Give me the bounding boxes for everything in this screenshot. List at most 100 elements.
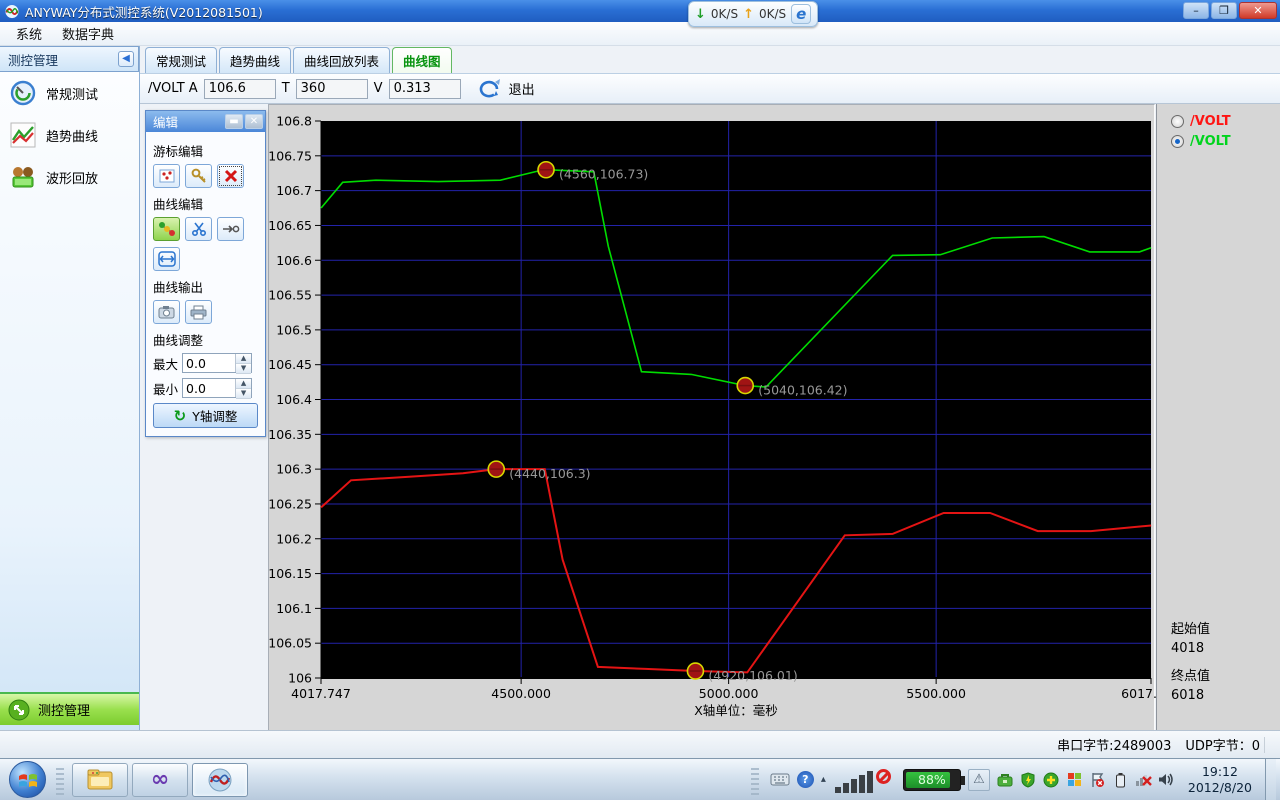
tab-curve-chart[interactable]: 曲线图 [392,47,452,73]
time-field[interactable] [296,79,368,99]
sidebar-collapse-button[interactable]: ◀ [118,51,134,67]
net-speed-widget[interactable]: ↓ 0K/S ↑ 0K/S e [688,1,818,27]
amplitude-field[interactable] [204,79,276,99]
taskbar-explorer-button[interactable] [72,763,128,797]
curve-adjust-section-label: 曲线调整 [153,330,258,349]
menu-bar: 系统 数据字典 [0,22,1280,46]
curve-link-button[interactable] [153,217,180,241]
battery-outline-icon[interactable] [1112,771,1129,788]
svg-text:6017.747: 6017.747 [1121,686,1156,701]
key-icon [191,168,207,184]
pin-icon[interactable]: ▬ [225,114,243,129]
edit-panel: 编辑 ▬ ✕ 游标编辑 [145,110,266,437]
sidebar-item-regular-test[interactable]: 常规测试 [0,72,139,114]
channel-radio-green[interactable]: /VOLT [1171,132,1280,150]
tab-trend-curve[interactable]: 趋势曲线 [219,47,291,73]
status-bar: 串口字节:2489003 UDP字节：0 [0,730,1280,758]
playback-users-icon [10,164,36,190]
sidebar-item-waveform-playback[interactable]: 波形回放 [0,156,139,198]
sidebar-item-label: 趋势曲线 [46,126,98,145]
sidebar-bottom-button[interactable]: 测控管理 [0,692,139,725]
svg-text:106.6: 106.6 [276,253,312,268]
minimize-button[interactable]: – [1183,2,1209,19]
min-spinner[interactable]: ▲▼ [235,379,251,397]
tab-bar: 常规测试 趋势曲线 曲线回放列表 曲线图 [140,50,1280,73]
help-icon[interactable]: ? [797,771,814,788]
start-value-label: 起始值 [1171,620,1210,639]
action-center-flag-icon[interactable] [1089,771,1106,788]
cursor-key-button[interactable] [185,164,212,188]
taskbar-anyway-button[interactable] [192,763,248,797]
windows-flag-icon [18,771,38,789]
marker-annotation: (4440,106.3) [509,466,590,481]
edit-panel-title: 编辑 [153,112,178,131]
warning-icon[interactable]: ⚠ [968,769,990,791]
browser-icon[interactable]: e [791,4,811,24]
svg-text:5000.000: 5000.000 [699,686,759,701]
cursor-add-button[interactable] [153,164,180,188]
close-button[interactable]: ✕ [1239,2,1277,19]
scissors-icon [191,221,207,237]
tray-icon-row [997,771,1175,788]
svg-text:106.5: 106.5 [276,322,312,337]
start-button[interactable] [9,761,46,798]
taskbar-visualstudio-button[interactable]: ∞ [132,763,188,797]
tab-regular-test[interactable]: 常规测试 [145,47,217,73]
toolbox-icon[interactable] [997,771,1014,788]
shield-icon[interactable] [1020,771,1037,788]
system-tray: ? ▴ 88% ⚠ [747,759,1280,800]
value-field[interactable] [389,79,461,99]
taskbar-clock[interactable]: 19:12 2012/8/20 [1188,764,1252,796]
svg-text:106.35: 106.35 [269,427,312,442]
cursor-delete-button[interactable] [217,164,244,188]
curve-join-button[interactable] [217,217,244,241]
channel-radio-red[interactable]: /VOLT [1171,112,1280,130]
upload-arrow-icon: ↑ [743,7,754,22]
signal-strength-icon[interactable] [833,767,879,793]
sidebar-item-trend-curve[interactable]: 趋势曲线 [0,114,139,156]
plus-circle-icon[interactable] [1043,771,1060,788]
svg-text:106.2: 106.2 [276,531,312,546]
exit-button[interactable]: 退出 [509,79,535,98]
edit-panel-close-icon[interactable]: ✕ [245,114,263,129]
title-bar: ANYWAY分布式测控系统(V2012081501) – ❐ ✕ [0,0,1280,22]
battery-indicator[interactable]: 88% [903,769,961,791]
svg-text:4017.747: 4017.747 [291,686,351,701]
sidebar-item-label: 常规测试 [46,84,98,103]
y-axis-adjust-button[interactable]: ↻ Y轴调整 [153,403,258,428]
windows-update-icon[interactable] [1066,771,1083,788]
edit-panel-titlebar[interactable]: 编辑 ▬ ✕ [146,111,265,132]
desktop: ANYWAY分布式测控系统(V2012081501) – ❐ ✕ ↓ 0K/S … [0,0,1280,800]
chart-panel: 106.8106.75106.7106.65106.6106.55106.510… [268,104,1155,730]
network-disconnected-icon[interactable] [1135,771,1152,788]
printer-icon [190,305,207,320]
restore-button[interactable]: ❐ [1211,2,1237,19]
print-button[interactable] [185,300,212,324]
svg-text:106.25: 106.25 [269,496,312,511]
menu-data-dictionary[interactable]: 数据字典 [54,22,122,45]
chart-svg[interactable]: 106.8106.75106.7106.65106.6106.55106.510… [269,105,1156,731]
exit-swirl-icon[interactable] [477,78,503,100]
resize-grip [1264,737,1278,753]
show-hidden-icons-chevron[interactable]: ▴ [821,774,826,785]
show-desktop-button[interactable] [1265,759,1276,800]
curve-cut-button[interactable] [185,217,212,241]
svg-text:106.4: 106.4 [276,392,312,407]
tray-grip [751,765,759,795]
menu-system[interactable]: 系统 [8,22,50,45]
curve-stretch-button[interactable] [153,247,180,271]
min-field[interactable] [183,379,235,397]
max-spinner[interactable]: ▲▼ [235,354,251,372]
min-label: 最小 [153,379,178,398]
no-network-icon [876,769,891,784]
tab-playback-list[interactable]: 曲线回放列表 [293,47,390,73]
max-field[interactable] [183,354,235,372]
svg-text:106.45: 106.45 [269,357,312,372]
snapshot-button[interactable] [153,300,180,324]
keyboard-icon[interactable] [770,773,790,786]
speaker-icon[interactable] [1158,771,1175,788]
svg-text:106.05: 106.05 [269,636,312,651]
h-stretch-icon [158,251,176,267]
folder-icon [86,768,114,792]
taskbar-grip [56,765,64,795]
